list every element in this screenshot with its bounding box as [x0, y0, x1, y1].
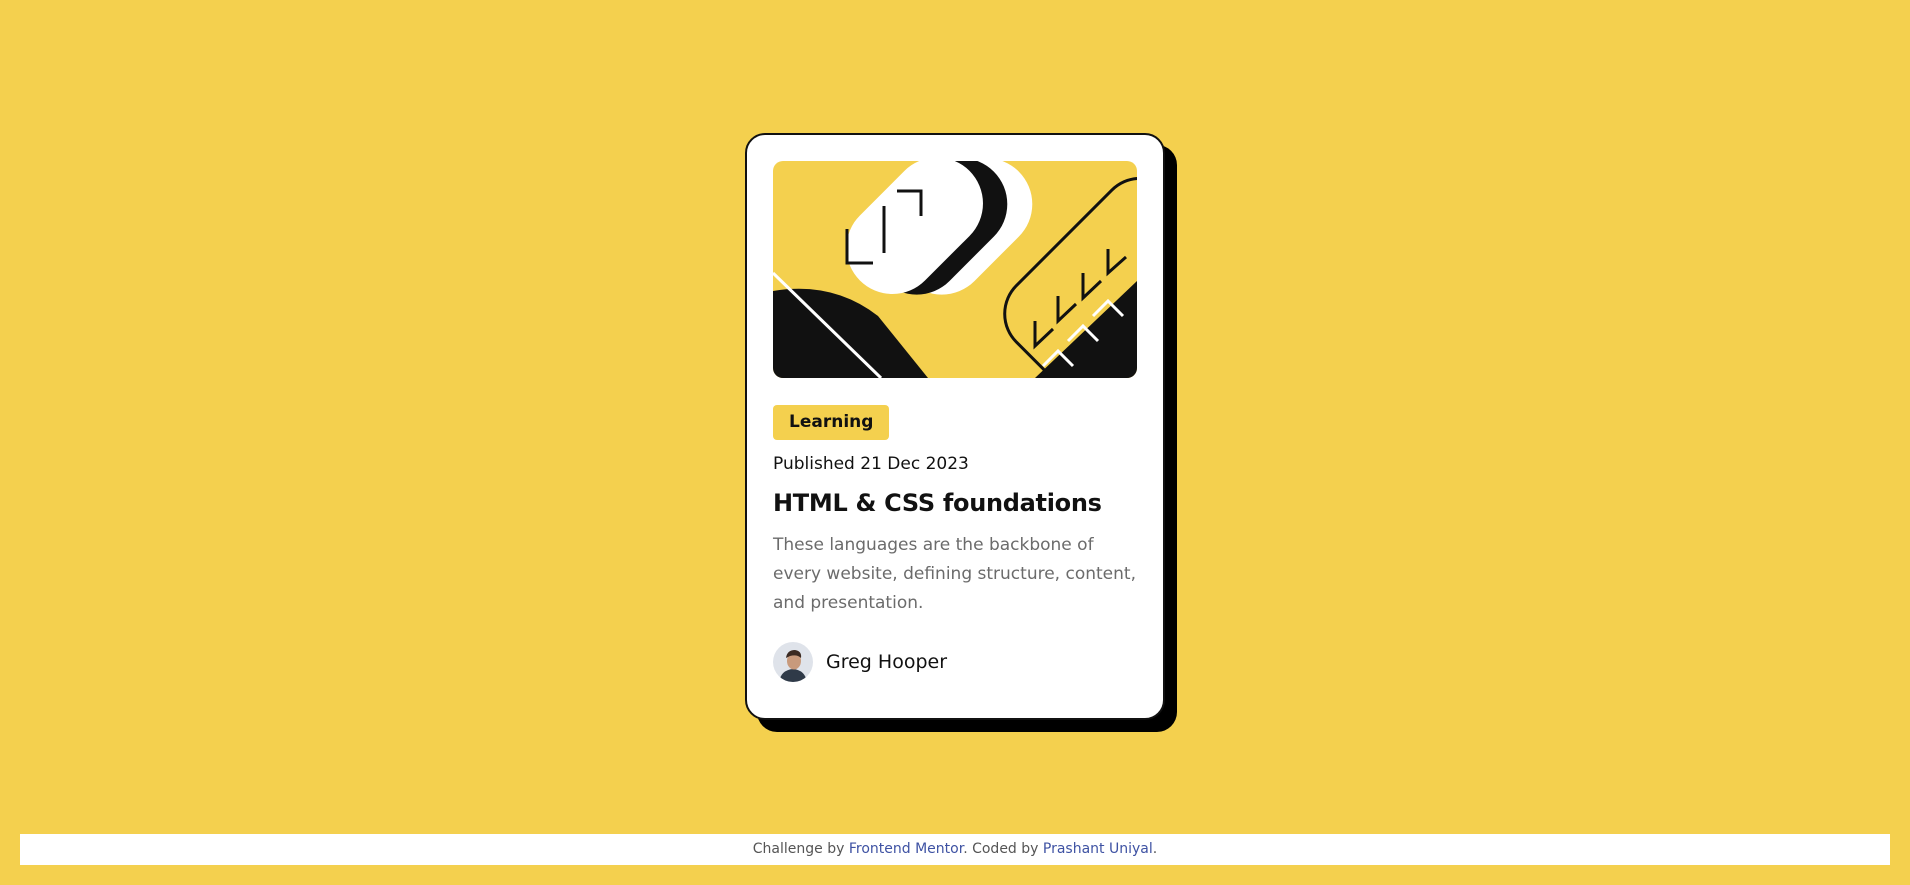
card-title[interactable]: HTML & CSS foundations	[773, 489, 1137, 517]
category-badge: Learning	[773, 405, 890, 440]
author-info: Greg Hooper	[773, 642, 1137, 682]
abstract-illustration-icon	[773, 161, 1137, 378]
card-description: These languages are the backbone of ever…	[773, 535, 1136, 613]
attribution-footer: Challenge by Frontend Mentor. Coded by P…	[20, 834, 1890, 865]
author-name: Greg Hooper	[826, 651, 948, 673]
frontend-mentor-link[interactable]: Frontend Mentor	[849, 841, 963, 857]
attribution-suffix: .	[1152, 841, 1158, 857]
blog-preview-card: Learning Published 21 Dec 2023 HTML & CS…	[745, 133, 1165, 720]
author-avatar	[773, 642, 813, 682]
card-illustration	[773, 161, 1137, 378]
attribution-middle: . Coded by	[963, 841, 1043, 857]
author-profile-link[interactable]: Prashant Uniyal	[1043, 841, 1153, 857]
avatar-portrait-icon	[773, 642, 813, 682]
published-date: Published 21 Dec 2023	[773, 454, 969, 474]
attribution-prefix: Challenge by	[752, 841, 849, 857]
